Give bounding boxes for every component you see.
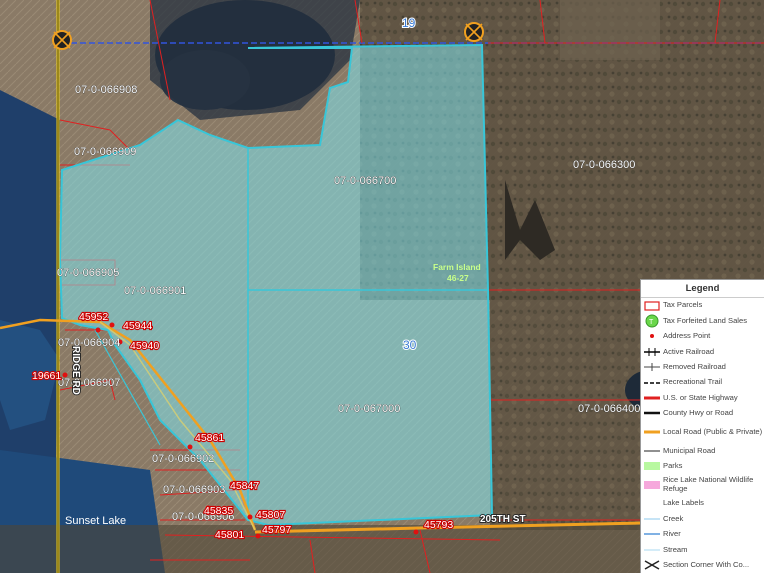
parcel-label[interactable]: 07-0-066300: [573, 159, 636, 172]
address-label: 19661: [32, 370, 61, 382]
section-number: 30: [403, 338, 417, 352]
parcel-label[interactable]: 07-0-066901: [124, 285, 187, 298]
legend-item[interactable]: Lake Labels: [641, 496, 764, 511]
red-line-icon: [641, 391, 663, 405]
address-label: 45835: [204, 505, 233, 517]
address-label: 45793: [424, 519, 453, 531]
section-corner-icon: [641, 558, 663, 572]
red-dot-icon: [641, 329, 663, 343]
lake-labels-icon: [641, 497, 663, 511]
parcel-label[interactable]: 07-0-066905: [57, 267, 120, 280]
legend-item[interactable]: Municipal Road: [641, 443, 764, 458]
legend-item[interactable]: Active Railroad: [641, 344, 764, 359]
legend-item[interactable]: Creek: [641, 511, 764, 526]
address-label: 45807: [256, 509, 285, 521]
parcel-label[interactable]: 07-0-066909: [74, 146, 137, 159]
legend-item[interactable]: Parks: [641, 459, 764, 474]
legend-item[interactable]: U.S. or State Highway: [641, 390, 764, 405]
parcel-label[interactable]: 07-0-066903: [163, 484, 226, 497]
road-label-205th-st: 205TH ST: [480, 514, 526, 525]
green-fill-icon: [641, 459, 663, 473]
removed-railroad-icon: [641, 360, 663, 374]
lake-label: Sunset Lake: [65, 515, 126, 527]
black-line-icon: [641, 406, 663, 420]
address-point[interactable]: [413, 529, 419, 535]
parcel-label[interactable]: 07-0-066902: [152, 453, 215, 466]
pink-fill-icon: [641, 478, 663, 492]
thin-black-line-icon: [641, 444, 663, 458]
parcel-label[interactable]: 07-0-066904: [58, 337, 121, 350]
address-point[interactable]: [255, 533, 261, 539]
legend-panel: Legend Tax Parcels T Tax Forfeited Land …: [640, 279, 764, 573]
address-label: 45801: [215, 529, 244, 541]
parcel-label[interactable]: 07-0-067000: [338, 403, 401, 416]
pale-blue-line-icon: [641, 543, 663, 557]
legend-title: Legend: [641, 280, 764, 298]
legend-item[interactable]: Local Road (Public & Private): [641, 421, 764, 443]
legend-item[interactable]: County Hwy or Road: [641, 406, 764, 421]
address-point[interactable]: [247, 514, 253, 520]
tf-green-circle-icon: T: [641, 314, 663, 328]
legend-item[interactable]: Stream: [641, 542, 764, 557]
legend-item[interactable]: T Tax Forfeited Land Sales: [641, 313, 764, 328]
legend-item[interactable]: Address Point: [641, 329, 764, 344]
parcel-label[interactable]: 07-0-066908: [75, 84, 138, 97]
township-label: Farm Island: [433, 262, 481, 272]
parcel-label[interactable]: 07-0-066400: [578, 403, 641, 416]
legend-item[interactable]: Tax Parcels: [641, 298, 764, 313]
address-label: 45940: [130, 340, 159, 352]
address-point[interactable]: [187, 444, 193, 450]
legend-item[interactable]: Section Corner With Co...: [641, 557, 764, 572]
legend-item[interactable]: River: [641, 527, 764, 542]
address-label: 45797: [262, 524, 291, 536]
parcel-label[interactable]: 07-0-066907: [58, 377, 121, 390]
legend-item[interactable]: Rice Lake National Wildlife Refuge: [641, 474, 764, 496]
address-label: 45847: [230, 480, 259, 492]
section-number: 19: [402, 16, 416, 30]
orange-line-icon: [641, 425, 663, 439]
railroad-icon: [641, 345, 663, 359]
legend-item[interactable]: Removed Railroad: [641, 360, 764, 375]
road-label-ridge-rd: RIDGE RD: [70, 346, 81, 395]
address-label: 45952: [79, 311, 108, 323]
dashed-line-icon: [641, 376, 663, 390]
legend-item[interactable]: Recreational Trail: [641, 375, 764, 390]
address-label: 45861: [195, 432, 224, 444]
address-label: 45944: [123, 320, 152, 332]
township-label: 46-27: [447, 273, 469, 283]
parcel-outline-icon: [641, 299, 663, 313]
svg-text:T: T: [649, 319, 654, 326]
address-point[interactable]: [109, 322, 115, 328]
light-blue-line-icon: [641, 512, 663, 526]
blue-line-icon: [641, 527, 663, 541]
parcel-label[interactable]: 07-0-066700: [334, 175, 397, 188]
address-point[interactable]: [95, 327, 101, 333]
